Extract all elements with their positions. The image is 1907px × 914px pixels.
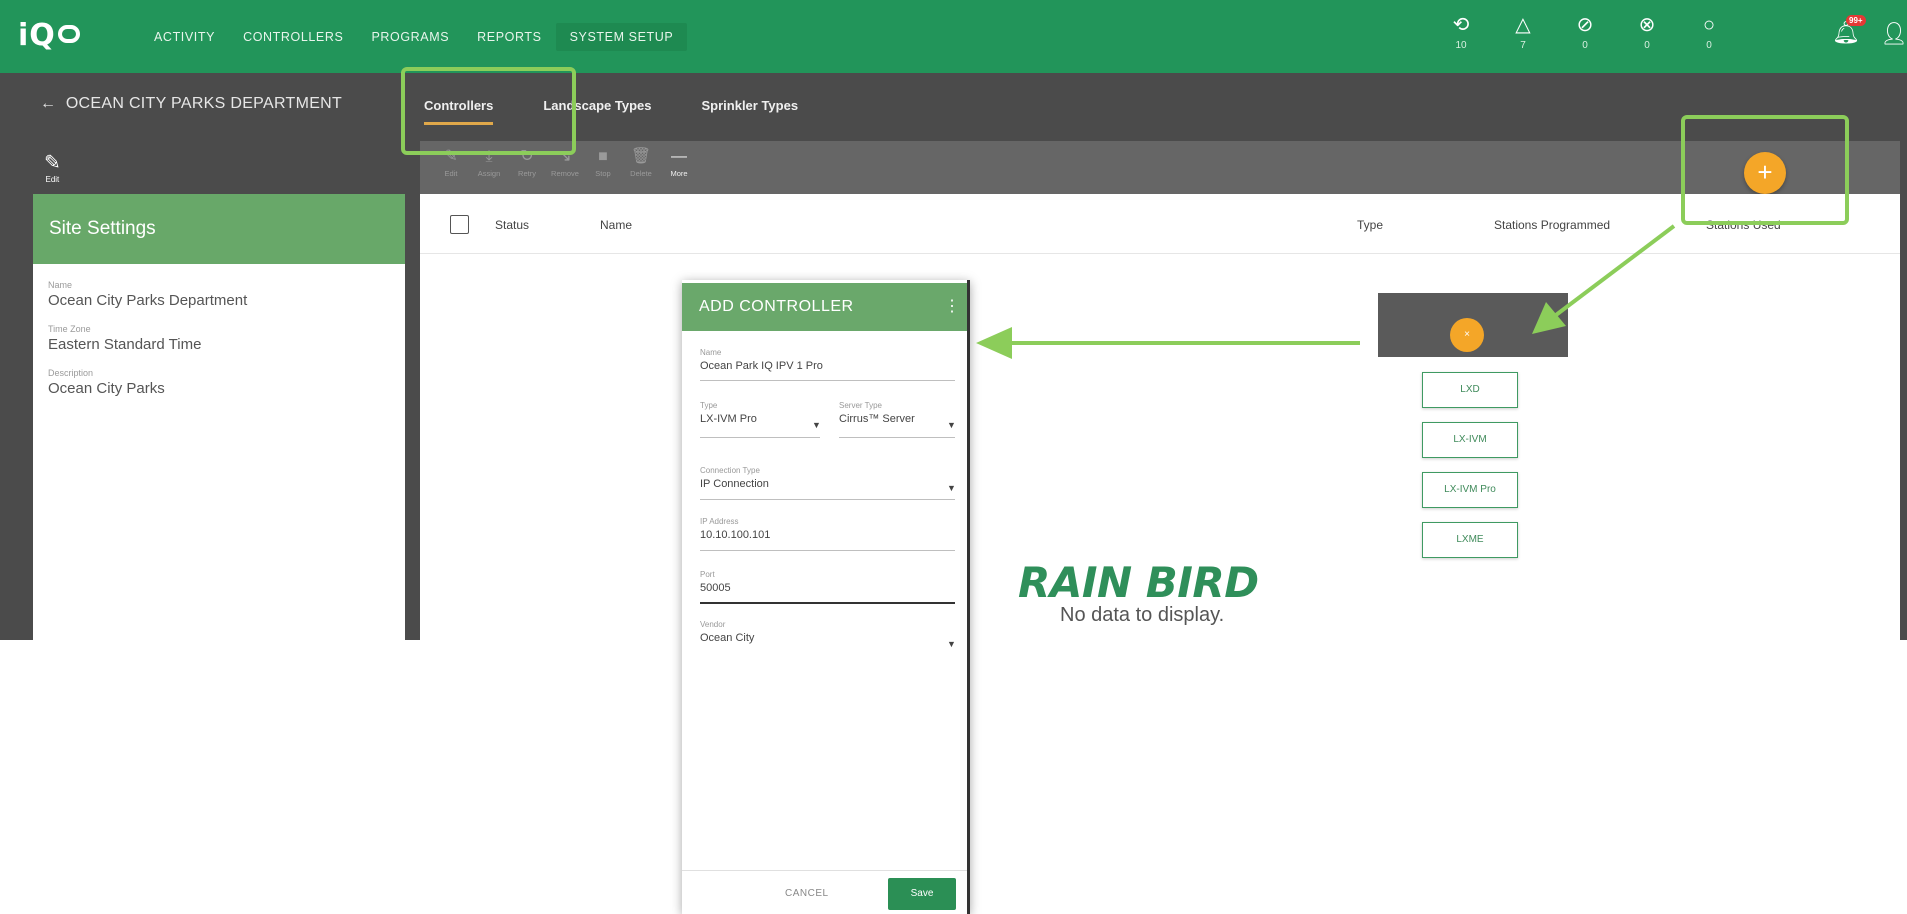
field-underline-focused	[700, 602, 955, 604]
server-type-select[interactable]: Server Type Cirrus™ Server	[839, 401, 915, 425]
site-title: OCEAN CITY PARKS DEPARTMENT	[65, 95, 343, 112]
warning-icon: △	[1515, 14, 1531, 36]
nav-system-setup[interactable]: SYSTEM SETUP	[555, 22, 688, 51]
status-blocked[interactable]: ⊘ 0	[1554, 14, 1616, 51]
site-settings-title: Site Settings	[33, 194, 405, 264]
notification-badge: 99+	[1846, 15, 1866, 26]
field-underline	[700, 550, 955, 551]
kebab-menu-icon[interactable]: ⋮	[944, 296, 960, 316]
nav-programs[interactable]: PROGRAMS	[357, 23, 463, 51]
column-status[interactable]: Status	[495, 218, 529, 232]
annotation-diagonal-arrow	[1532, 224, 1676, 334]
status-count: 0	[1582, 40, 1588, 51]
field-underline	[700, 437, 820, 438]
controller-type-lxme[interactable]: LXME	[1422, 522, 1518, 558]
status-error[interactable]: ⊗ 0	[1616, 14, 1678, 51]
annotation-arrowhead	[976, 327, 1012, 359]
save-button[interactable]: Save	[888, 878, 956, 910]
user-icon[interactable]: 👤︎	[1880, 21, 1907, 47]
chevron-down-icon: ▼	[947, 483, 956, 493]
tab-sprinkler-types[interactable]: Sprinkler Types	[701, 98, 798, 125]
blocked-icon: ⊘	[1576, 14, 1594, 36]
status-count: 10	[1455, 40, 1467, 51]
select-all-checkbox[interactable]	[450, 215, 469, 234]
field-underline	[700, 380, 955, 381]
controller-type-lx-ivm-pro[interactable]: LX-IVM Pro	[1422, 472, 1518, 508]
controller-type-select[interactable]: Type LX-IVM Pro	[700, 401, 757, 425]
nav-activity[interactable]: ACTIVITY	[140, 23, 229, 51]
status-count: 7	[1520, 40, 1526, 51]
rain-bird-logo: RAIN BIRD	[1018, 558, 1259, 607]
right-gutter	[1900, 194, 1907, 640]
close-icon: ×	[1464, 329, 1470, 340]
column-name[interactable]: Name	[600, 218, 632, 232]
highlight-add-button	[1681, 115, 1849, 225]
status-warning[interactable]: △ 7	[1492, 14, 1554, 51]
chevron-down-icon: ▼	[812, 420, 821, 430]
controller-type-lx-ivm[interactable]: LX-IVM	[1422, 422, 1518, 458]
add-controller-modal	[682, 280, 970, 914]
top-navigation-bar: iQ ACTIVITY CONTROLLERS PROGRAMS REPORTS…	[0, 0, 1907, 73]
highlight-controllers-tab	[401, 67, 576, 155]
field-underline	[700, 499, 955, 500]
stop-tool-button[interactable]: ■ Stop	[584, 147, 622, 178]
delete-tool-button[interactable]: 🗑︎ Delete	[622, 147, 660, 178]
chevron-down-icon: ▼	[947, 639, 956, 649]
trash-icon: 🗑︎	[630, 148, 652, 165]
controller-name-field[interactable]: Name Ocean Park IQ IPV 1 Pro	[700, 348, 823, 372]
site-description-field: Description Ocean City Parks	[48, 368, 165, 397]
pencil-icon: ✎	[44, 152, 61, 174]
logo-ring-icon	[57, 24, 80, 43]
edit-site-button[interactable]: ✎ Edit	[44, 153, 61, 184]
close-fab[interactable]: ×	[1450, 318, 1484, 352]
modal-footer-divider	[682, 870, 967, 871]
error-icon: ⊗	[1638, 14, 1656, 36]
status-count: 0	[1644, 40, 1650, 51]
status-icon-group: ⟲ 10 △ 7 ⊘ 0 ⊗ 0 ○ 0	[1430, 14, 1740, 51]
connection-type-select[interactable]: Connection Type IP Connection	[700, 466, 769, 490]
column-type[interactable]: Type	[1357, 218, 1383, 232]
site-timezone-field: Time Zone Eastern Standard Time	[48, 324, 202, 353]
main-nav: ACTIVITY CONTROLLERS PROGRAMS REPORTS SY…	[140, 0, 688, 73]
nav-reports[interactable]: REPORTS	[463, 23, 555, 51]
controller-type-lxd[interactable]: LXD	[1422, 372, 1518, 408]
nav-controllers[interactable]: CONTROLLERS	[229, 23, 357, 51]
status-sync[interactable]: ⟲ 10	[1430, 14, 1492, 51]
cancel-button[interactable]: CANCEL	[785, 888, 829, 899]
iq-logo[interactable]: iQ	[18, 18, 80, 53]
more-tool-button[interactable]: — More	[660, 147, 698, 178]
empty-state-message: No data to display.	[1060, 604, 1225, 626]
status-count: 0	[1706, 40, 1712, 51]
chevron-down-icon: ▼	[947, 420, 956, 430]
site-name-field: Name Ocean City Parks Department	[48, 280, 248, 309]
port-field[interactable]: Port 50005	[700, 570, 731, 594]
stop-icon: ■	[598, 148, 608, 165]
pending-icon: ○	[1702, 14, 1716, 36]
sync-icon: ⟲	[1452, 14, 1470, 36]
status-pending[interactable]: ○ 0	[1678, 14, 1740, 51]
field-underline	[839, 437, 955, 438]
annotation-arrow-shaft	[1010, 341, 1360, 345]
modal-title: ADD CONTROLLER	[682, 283, 967, 331]
more-icon: —	[671, 148, 687, 165]
vendor-select[interactable]: Vendor Ocean City	[700, 620, 754, 644]
back-link[interactable]: ← OCEAN CITY PARKS DEPARTMENT	[40, 95, 342, 113]
arrow-left-icon: ←	[40, 95, 57, 112]
ip-address-field[interactable]: IP Address 10.10.100.101	[700, 517, 770, 541]
